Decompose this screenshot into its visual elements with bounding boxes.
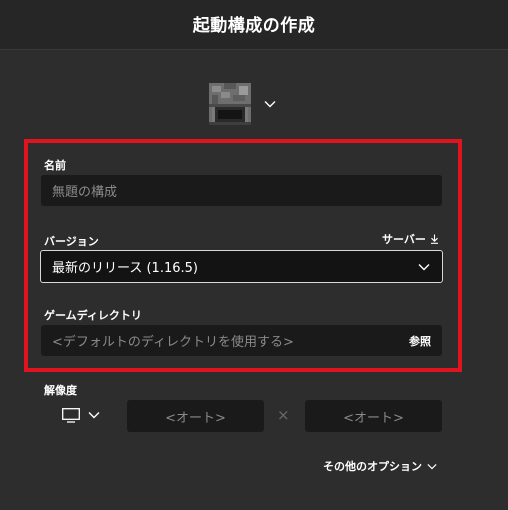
chevron-down-icon — [418, 264, 430, 271]
page-title: 起動構成の作成 — [192, 16, 316, 36]
resolution-width-placeholder: <オート> — [165, 410, 226, 426]
server-link-label: サーバー — [382, 233, 426, 246]
chevron-down-icon — [427, 463, 437, 469]
name-input[interactable]: 無題の構成 — [41, 175, 442, 206]
game-directory-input[interactable]: <デフォルトのディレクトリを使用する> 参照 — [41, 325, 442, 356]
more-options-label: その他のオプション — [323, 460, 422, 473]
game-directory-placeholder: <デフォルトのディレクトリを使用する> — [52, 335, 294, 350]
resolution-separator: × — [277, 406, 290, 424]
resolution-label: 解像度 — [44, 384, 77, 397]
download-icon — [430, 234, 438, 244]
chevron-down-icon — [264, 101, 276, 108]
resolution-width-input[interactable]: <オート> — [127, 400, 264, 432]
monitor-picker[interactable] — [62, 405, 104, 425]
monitor-icon — [62, 407, 80, 423]
server-download-link[interactable]: サーバー — [382, 231, 439, 247]
furnace-icon — [209, 83, 251, 125]
launch-config-dialog: 起動構成の作成 名前 無題の構成 バージョン サーバー 最新のリリース (1.1… — [0, 0, 508, 510]
version-value: 最新のリリース (1.16.5) — [52, 261, 198, 276]
chevron-down-icon — [88, 412, 100, 419]
resolution-height-placeholder: <オート> — [343, 410, 404, 426]
name-placeholder: 無題の構成 — [52, 185, 118, 200]
browse-button[interactable]: 参照 — [409, 325, 431, 356]
resolution-height-input[interactable]: <オート> — [305, 400, 442, 432]
game-directory-label: ゲームディレクトリ — [44, 309, 142, 322]
header-bar: 起動構成の作成 — [0, 0, 508, 50]
version-select[interactable]: 最新のリリース (1.16.5) — [40, 250, 443, 283]
version-label: バージョン — [44, 235, 99, 248]
more-options-toggle[interactable]: その他のオプション — [323, 458, 437, 474]
icon-picker[interactable] — [206, 80, 278, 128]
name-label: 名前 — [44, 159, 66, 172]
